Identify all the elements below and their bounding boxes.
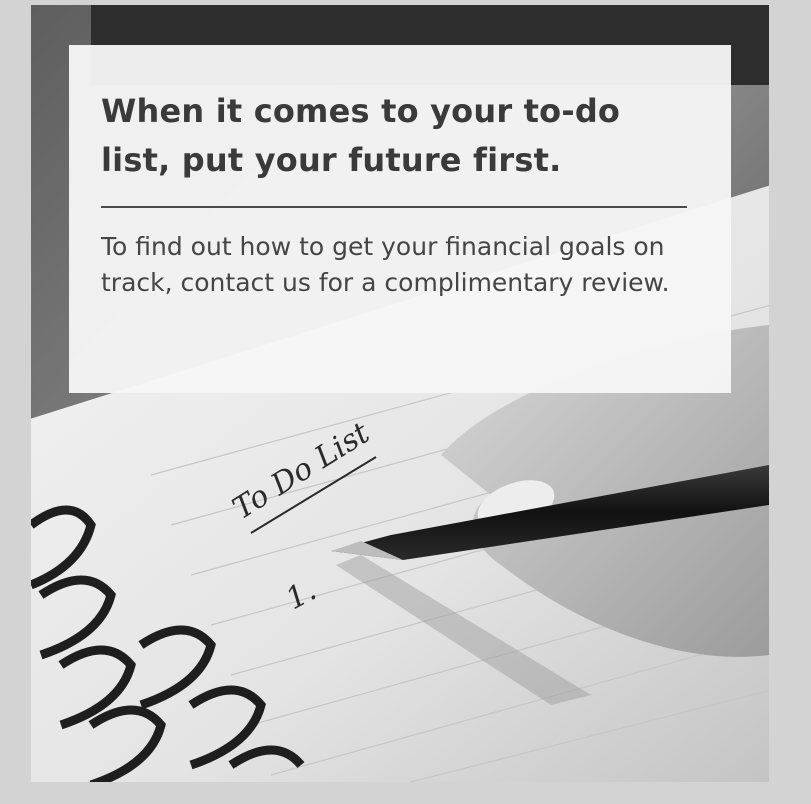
message-card: When it comes to your to-do list, put yo… xyxy=(69,45,731,393)
divider xyxy=(101,206,687,208)
headline: When it comes to your to-do list, put yo… xyxy=(101,92,621,179)
page-frame: To Do List 1. When it comes to your to-d… xyxy=(0,0,811,804)
body-text: To find out how to get your financial go… xyxy=(101,232,670,297)
